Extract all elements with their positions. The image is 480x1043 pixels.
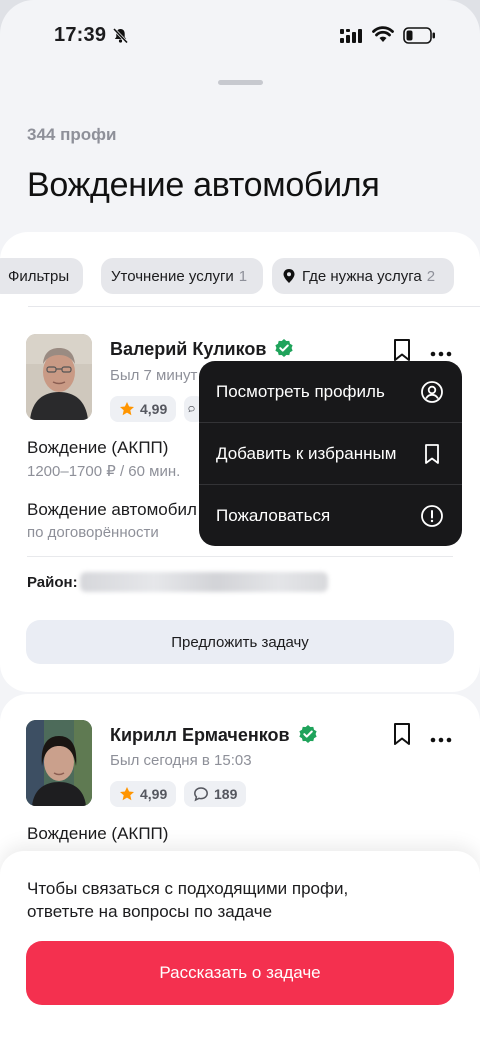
app-screen: 17:39 344 профи Вождение автомобиля Филь…	[0, 0, 480, 1043]
status-time: 17:39	[54, 24, 107, 46]
comment-icon	[194, 787, 208, 802]
professionals-count: 344 профи	[27, 125, 117, 144]
star-icon	[120, 402, 134, 416]
refine-chip-count: 1	[238, 267, 248, 285]
divider	[28, 306, 480, 307]
service-title: Вождение автомобил	[27, 500, 197, 519]
describe-task-button[interactable]: Рассказать о задаче	[26, 941, 454, 1005]
service-price: по договорённости	[27, 524, 159, 541]
reviews-count: 189	[214, 786, 238, 802]
wifi-icon	[372, 26, 394, 48]
refine-chip-label: Уточнение услуги	[111, 267, 234, 285]
card-context-menu: Посмотреть профиль Добавить к избранным …	[199, 361, 462, 546]
star-icon	[120, 787, 134, 801]
location-chip[interactable]: Где нужна услуга 2	[272, 258, 454, 294]
rating-value: 4,99	[140, 401, 168, 417]
mute-bell-icon	[112, 27, 129, 49]
menu-item-add-favorite[interactable]: Добавить к избранным	[199, 423, 462, 485]
cellular-signal-icon	[340, 28, 364, 49]
filters-chip[interactable]: Фильтры	[0, 258, 83, 294]
filter-chips: Фильтры Уточнение услуги 1 Где нужна усл…	[0, 258, 480, 294]
reviews-badge[interactable]: 189	[184, 781, 247, 807]
verified-icon	[274, 338, 294, 363]
menu-item-label: Добавить к избранным	[216, 444, 397, 463]
rating-value: 4,99	[140, 786, 168, 802]
menu-item-label: Посмотреть профиль	[216, 382, 385, 401]
avatar[interactable]	[26, 720, 92, 806]
page-title: Вождение автомобиля	[27, 166, 380, 204]
district-label: Район:	[27, 574, 78, 591]
location-chip-label: Где нужна услуга	[302, 267, 422, 285]
profile-icon	[420, 380, 444, 409]
avatar[interactable]	[26, 334, 92, 420]
service-price: 1200–1700 ₽ / 60 мин.	[27, 463, 181, 480]
service-title: Вождение (АКПП)	[27, 824, 169, 843]
last-seen: Был 7 минут	[110, 367, 198, 384]
menu-item-report[interactable]: Пожаловаться	[199, 485, 462, 546]
contact-hint: Чтобы связаться с подходящими профи, отв…	[27, 879, 349, 921]
verified-icon	[298, 724, 318, 749]
bookmark-icon[interactable]	[392, 722, 412, 751]
district-hidden-value	[80, 572, 328, 592]
offer-task-button[interactable]: Предложить задачу	[26, 620, 454, 664]
professional-name[interactable]: Кирилл Ермаченков	[110, 724, 318, 749]
sheet-grabber[interactable]	[218, 80, 263, 85]
report-icon	[420, 504, 444, 533]
location-pin-icon	[283, 269, 295, 283]
divider	[27, 556, 453, 557]
comment-icon	[188, 406, 195, 413]
more-options-icon[interactable]	[430, 344, 452, 362]
service-title: Вождение (АКПП)	[27, 438, 169, 457]
menu-item-label: Пожаловаться	[216, 506, 331, 525]
last-seen: Был сегодня в 15:03	[110, 752, 252, 769]
rating-badge[interactable]: 4,99	[110, 396, 177, 422]
professional-name[interactable]: Валерий Куликов	[110, 338, 294, 363]
professional-name-text: Валерий Куликов	[110, 339, 267, 359]
professional-name-text: Кирилл Ермаченков	[110, 725, 290, 745]
filters-chip-label: Фильтры	[8, 267, 70, 285]
rating-badge[interactable]: 4,99	[110, 781, 177, 807]
menu-item-view-profile[interactable]: Посмотреть профиль	[199, 361, 462, 423]
more-options-icon[interactable]	[430, 730, 452, 748]
battery-icon	[403, 27, 436, 49]
refine-service-chip[interactable]: Уточнение услуги 1	[101, 258, 263, 294]
status-bar: 17:39	[0, 22, 480, 52]
contact-bottom-sheet: Чтобы связаться с подходящими профи, отв…	[0, 851, 480, 1043]
location-chip-count: 2	[426, 267, 436, 285]
bookmark-icon	[420, 442, 444, 471]
